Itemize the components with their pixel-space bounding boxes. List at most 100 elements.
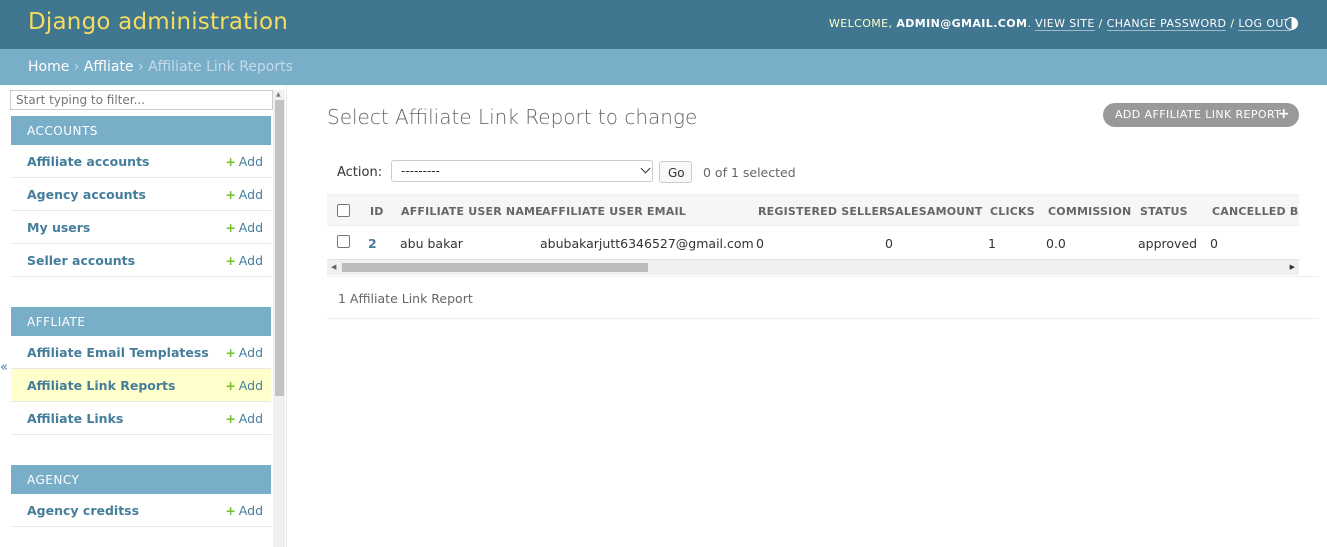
add-button-label: ADD AFFILIATE LINK REPORT	[1115, 108, 1282, 121]
add-agency-creditss-link[interactable]: + Add	[225, 503, 263, 518]
cell-commission: 0.0	[1046, 236, 1066, 251]
sidebar-item-label[interactable]: Affiliate accounts	[27, 154, 149, 169]
row-select-checkbox[interactable]	[337, 235, 350, 248]
sidebar-item-label[interactable]: Affiliate Links	[27, 411, 123, 426]
module-caption-affliate[interactable]: AFFLIATE	[11, 307, 271, 336]
add-label: Add	[238, 503, 263, 518]
plus-icon: +	[225, 378, 236, 393]
page-title: Select Affiliate Link Report to change	[327, 105, 698, 129]
column-header-salesamount[interactable]: SALESAMOUNT	[887, 205, 983, 218]
sidebar-item-affiliate-email-templatess: Affiliate Email Templatess + Add	[11, 336, 271, 369]
action-selected-value: ---------	[401, 164, 440, 178]
go-button[interactable]: Go	[659, 161, 692, 183]
add-affiliate-link-reports-link[interactable]: + Add	[225, 378, 263, 393]
scroll-up-arrow-icon[interactable]: ▲	[276, 91, 281, 98]
selection-counter: 0 of 1 selected	[703, 165, 796, 180]
nav-sidebar: ACCOUNTS Affiliate accounts +Add Agency …	[0, 85, 287, 547]
paginator: 1 Affiliate Link Report	[327, 276, 1319, 319]
column-header-clicks[interactable]: CLICKS	[990, 205, 1035, 218]
column-header-affiliate-user-name[interactable]: AFFILIATE USER NAME	[401, 205, 543, 218]
action-select[interactable]: ---------	[391, 160, 653, 182]
cell-status: approved	[1138, 236, 1198, 251]
table-horizontal-scrollbar[interactable]: ◀ ▶	[327, 259, 1299, 275]
add-label: Add	[238, 345, 263, 360]
theme-toggle-icon[interactable]	[1285, 17, 1298, 30]
cell-clicks: 1	[988, 236, 996, 251]
action-label: Action:	[337, 165, 383, 180]
add-affiliate-link-report-button[interactable]: ADD AFFILIATE LINK REPORT +	[1103, 103, 1299, 127]
cell-user-name: abu bakar	[400, 236, 463, 251]
result-count: 1 Affiliate Link Report	[338, 291, 473, 306]
plus-icon: +	[225, 411, 236, 426]
column-header-id[interactable]: ID	[370, 205, 384, 218]
sidebar-item-affiliate-accounts: Affiliate accounts + Add	[11, 145, 271, 178]
user-tools: WELCOME, ADMIN@GMAIL.COM. VIEW SITE / CH…	[828, 17, 1291, 31]
add-my-users-link[interactable]: + Add	[225, 220, 263, 235]
plus-icon: +	[225, 220, 236, 235]
column-header-commission[interactable]: COMMISSION	[1048, 205, 1131, 218]
scroll-left-arrow-icon[interactable]: ◀	[331, 263, 336, 271]
breadcrumb-home[interactable]: Home	[28, 59, 69, 75]
change-password-link[interactable]: CHANGE PASSWORD	[1106, 17, 1227, 31]
current-user: ADMIN@GMAIL.COM	[896, 17, 1028, 30]
module-caption-accounts[interactable]: ACCOUNTS	[11, 116, 271, 145]
plus-icon: +	[1277, 106, 1290, 122]
add-label: Add	[238, 187, 263, 202]
add-label: Add	[238, 411, 263, 426]
select-all-checkbox[interactable]	[337, 204, 350, 217]
add-affiliate-accounts-link[interactable]: + Add	[225, 154, 263, 169]
separator: /	[1098, 17, 1103, 30]
breadcrumb: Home › Affliate › Affiliate Link Reports	[0, 49, 1327, 85]
site-branding[interactable]: Django administration	[28, 9, 288, 35]
sidebar-item-my-users: My users + Add	[11, 211, 271, 244]
cell-salesamount: 0	[885, 236, 893, 251]
sidebar-item-agency-accounts: Agency accounts + Add	[11, 178, 271, 211]
cell-cancelled: 0	[1210, 236, 1218, 251]
welcome-text: WELCOME,	[828, 17, 893, 30]
add-affiliate-email-templatess-link[interactable]: + Add	[225, 345, 263, 360]
sidebar-item-label[interactable]: Agency accounts	[27, 187, 146, 202]
add-label: Add	[238, 378, 263, 393]
sidebar-item-label[interactable]: Seller accounts	[27, 253, 135, 268]
table-scrollbar-thumb[interactable]	[342, 263, 648, 272]
add-seller-accounts-link[interactable]: + Add	[225, 253, 263, 268]
cell-registered-seller: 0	[756, 236, 764, 251]
separator: /	[1230, 17, 1235, 30]
sidebar-item-label[interactable]: My users	[27, 220, 90, 235]
log-out-link[interactable]: LOG OUT	[1238, 17, 1291, 31]
column-header-cancelled[interactable]: CANCELLED BAA	[1212, 205, 1299, 218]
plus-icon: +	[225, 253, 236, 268]
column-header-status[interactable]: STATUS	[1140, 205, 1188, 218]
sidebar-item-agency-creditss: Agency creditss + Add	[11, 494, 271, 527]
sidebar-scrollbar[interactable]: ▲	[273, 90, 285, 547]
scroll-right-arrow-icon[interactable]: ▶	[1290, 263, 1295, 271]
sidebar-item-affiliate-link-reports: Affiliate Link Reports + Add	[11, 369, 271, 402]
collapse-sidebar-icon[interactable]: «	[0, 360, 8, 375]
results-table: ID AFFILIATE USER NAME AFFILIATE USER EM…	[327, 194, 1299, 275]
table-header: ID AFFILIATE USER NAME AFFILIATE USER EM…	[327, 194, 1299, 226]
column-header-affiliate-user-email[interactable]: AFFILIATE USER EMAIL	[542, 205, 686, 218]
add-affiliate-links-link[interactable]: + Add	[225, 411, 263, 426]
add-agency-accounts-link[interactable]: + Add	[225, 187, 263, 202]
sidebar-item-label[interactable]: Agency creditss	[27, 503, 139, 518]
column-header-registered-seller[interactable]: REGISTERED SELLER	[758, 205, 888, 218]
breadcrumb-current: Affiliate Link Reports	[148, 59, 293, 75]
row-id-link[interactable]: 2	[368, 236, 377, 251]
sidebar-item-affiliate-links: Affiliate Links + Add	[11, 402, 271, 435]
header: Django administration WELCOME, ADMIN@GMA…	[0, 0, 1327, 49]
sidebar-scrollbar-thumb[interactable]	[275, 100, 284, 396]
sidebar-item-label[interactable]: Affiliate Link Reports	[27, 378, 175, 393]
breadcrumb-separator: ›	[73, 59, 80, 75]
nav-filter-input[interactable]	[10, 90, 273, 110]
view-site-link[interactable]: VIEW SITE	[1035, 17, 1095, 31]
module-caption-agency[interactable]: AGENCY	[11, 465, 271, 494]
table-row: 2 abu bakar abubakarjutt6346527@gmail.co…	[327, 226, 1299, 259]
plus-icon: +	[225, 187, 236, 202]
breadcrumb-separator: ›	[138, 59, 144, 75]
breadcrumb-app[interactable]: Affliate	[84, 59, 134, 75]
add-label: Add	[238, 220, 263, 235]
plus-icon: +	[225, 345, 236, 360]
sidebar-item-label[interactable]: Affiliate Email Templatess	[27, 345, 209, 360]
plus-icon: +	[225, 503, 236, 518]
add-label: Add	[238, 154, 263, 169]
